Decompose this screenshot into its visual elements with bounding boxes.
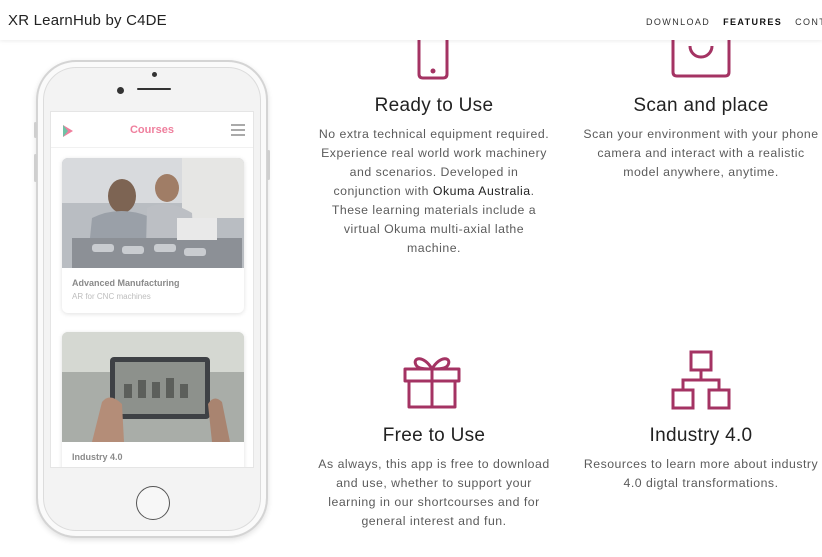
phone-screen: Courses Advanced Manufacturing AR for CN… xyxy=(50,111,254,468)
brand-logo-text[interactable]: XR LearnHub by C4DE xyxy=(8,12,167,29)
camera-icon xyxy=(671,40,731,78)
feature-description: No extra technical equipment required. E… xyxy=(318,127,550,255)
course-image-manufacturing xyxy=(62,158,244,268)
feature-scan-and-place: Scan and place Scan your environment wit… xyxy=(580,95,822,182)
course-subtitle: AR for CNC machines xyxy=(72,292,151,301)
top-navbar: XR LearnHub by C4DE DOWNLOAD FEATURES CO… xyxy=(0,0,822,40)
feature-industry-4-0: Industry 4.0 Resources to learn more abo… xyxy=(580,425,822,493)
feature-description: As always, this app is free to download … xyxy=(318,457,550,528)
phone-home-button xyxy=(136,486,170,520)
feature-free-to-use: Free to Use As always, this app is free … xyxy=(316,425,552,531)
phone-camera xyxy=(117,87,124,94)
feature-title: Free to Use xyxy=(382,425,486,446)
course-card[interactable]: Industry 4.0 xyxy=(62,332,244,467)
nav-menu: DOWNLOAD FEATURES CONTAC xyxy=(646,17,822,27)
course-subtitle xyxy=(62,462,244,466)
nav-download[interactable]: DOWNLOAD xyxy=(646,17,710,27)
feature-title: Scan and place xyxy=(633,95,769,116)
hamburger-menu-icon[interactable] xyxy=(231,124,245,139)
course-card[interactable]: Advanced Manufacturing AR for CNC machin… xyxy=(62,158,244,313)
feature-ready-to-use: Ready to Use No extra technical equipmen… xyxy=(316,95,552,258)
sitemap-icon xyxy=(671,350,731,410)
feature-description: Resources to learn more about industry 4… xyxy=(583,457,819,490)
phone-mockup: Courses Advanced Manufacturing AR for CN… xyxy=(34,60,270,538)
okuma-australia-link[interactable]: Okuma Australia xyxy=(433,184,531,198)
course-image-industry xyxy=(62,332,244,442)
smartphone-icon xyxy=(417,40,449,80)
course-title: Industry 4.0 xyxy=(72,452,123,462)
nav-features[interactable]: FEATURES xyxy=(723,17,782,27)
feature-description: Scan your environment with your phone ca… xyxy=(583,127,819,179)
feature-title: Ready to Use xyxy=(374,95,494,116)
feature-title: Industry 4.0 xyxy=(649,425,753,446)
app-header: Courses xyxy=(51,112,253,148)
phone-side-button xyxy=(34,122,37,138)
gift-icon xyxy=(403,357,461,409)
course-title: Advanced Manufacturing xyxy=(72,278,180,288)
nav-contact[interactable]: CONTAC xyxy=(795,17,822,27)
phone-side-button xyxy=(267,150,270,180)
app-title: Courses xyxy=(129,124,175,136)
phone-side-button xyxy=(34,154,37,182)
phone-sensor xyxy=(152,72,157,77)
phone-speaker xyxy=(137,88,171,90)
